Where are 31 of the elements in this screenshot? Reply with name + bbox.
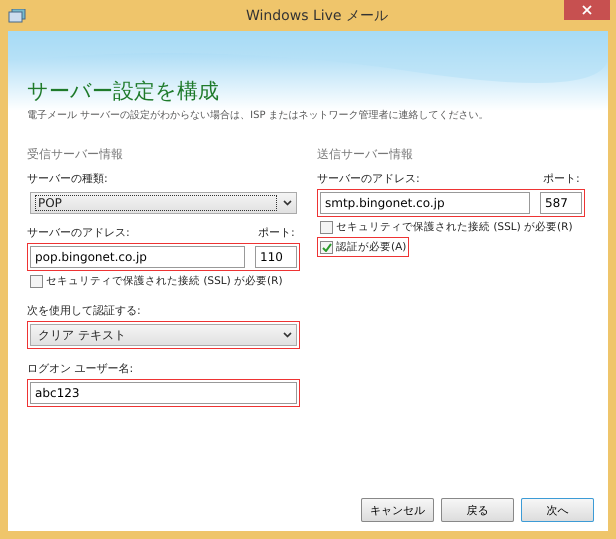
port-field[interactable]: 110 — [255, 246, 297, 268]
field-label: ポート: — [258, 225, 296, 240]
checkbox[interactable]: セキュリティで保護された接続 (SSL) が必要(R) — [320, 220, 573, 234]
field-label: サーバーのアドレス: — [317, 171, 420, 186]
checkmark-icon — [322, 242, 332, 252]
close-icon — [582, 5, 592, 15]
close-button[interactable] — [564, 0, 610, 20]
username-field[interactable]: abc123 — [30, 382, 297, 404]
chevron-icon — [283, 332, 292, 338]
address-field[interactable]: smtp.bingonet.co.jp — [320, 192, 530, 214]
server-type-dropdown[interactable]: POP — [30, 192, 297, 214]
dialog-button[interactable]: 次へ — [521, 498, 594, 522]
address-field[interactable]: pop.bingonet.co.jp — [30, 246, 245, 268]
chevron-icon — [283, 200, 292, 206]
window-title: Windows Live メール — [246, 6, 388, 24]
checkbox[interactable]: セキュリティで保護された接続 (SSL) が必要(R) — [30, 274, 283, 288]
dialog-button[interactable]: 戻る — [441, 498, 514, 522]
dialog-button[interactable]: キャンセル — [361, 498, 434, 522]
port-field[interactable]: 587 — [540, 192, 582, 214]
field-label: ポート: — [543, 171, 581, 186]
page-heading: サーバー設定を構成 — [27, 78, 220, 105]
field-label: ログオン ユーザー名: — [27, 361, 134, 376]
instruction-text: 電子メール サーバーの設定がわからない場合は、ISP またはネットワーク管理者に連絡してください。 — [27, 108, 490, 122]
mail-icon — [8, 8, 26, 22]
field-label: サーバーのアドレス: — [27, 225, 130, 240]
checkbox[interactable]: 認証が必要(A) — [320, 240, 406, 254]
section-heading: 送信サーバー情報 — [317, 146, 414, 163]
field-label: 次を使用して認証する: — [27, 303, 142, 318]
section-heading: 受信サーバー情報 — [27, 146, 124, 163]
field-label: サーバーの種類: — [27, 171, 109, 186]
auth-dropdown[interactable]: クリア テキスト — [30, 324, 297, 346]
